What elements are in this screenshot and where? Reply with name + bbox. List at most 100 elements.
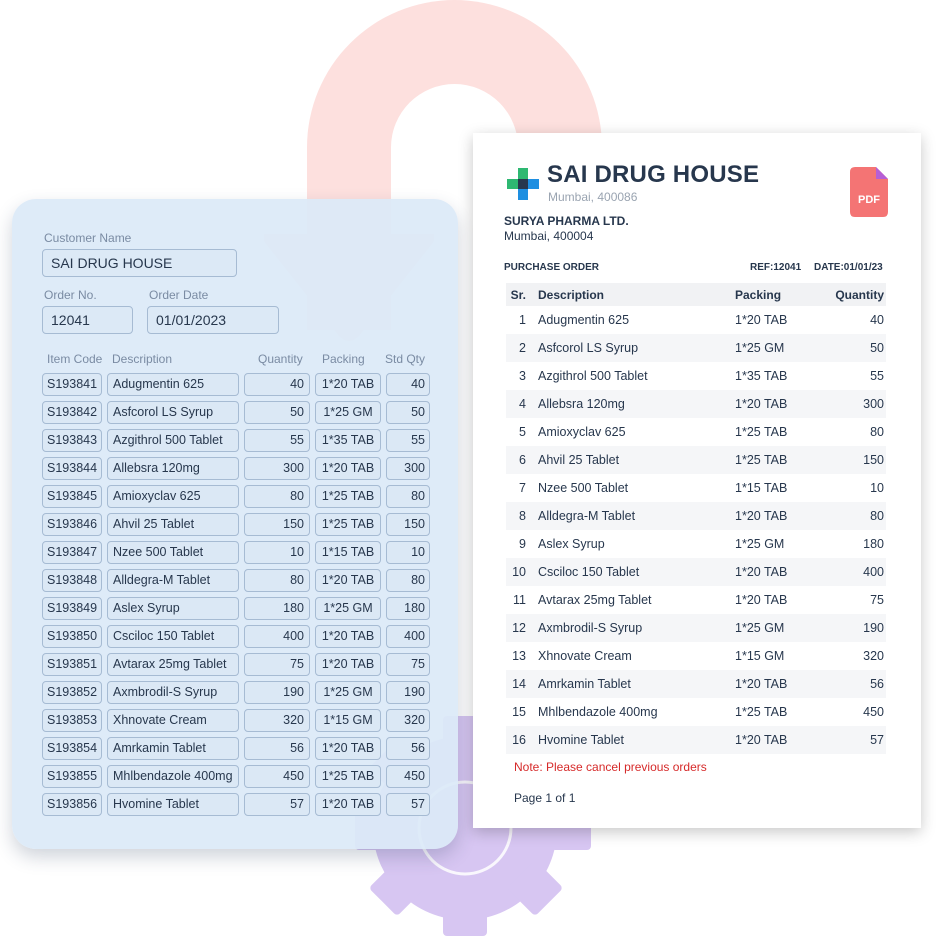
item-code-field[interactable]: S193845 [42, 485, 102, 508]
std-qty-field[interactable]: 40 [386, 373, 430, 396]
description-field[interactable]: Azgithrol 500 Tablet [107, 429, 239, 452]
std-qty-field[interactable]: 80 [386, 485, 430, 508]
packing-field[interactable]: 1*25 TAB [315, 485, 381, 508]
description-field[interactable]: Aslex Syrup [107, 597, 239, 620]
order-no-input[interactable]: 12041 [42, 306, 133, 334]
std-qty-field[interactable]: 57 [386, 793, 430, 816]
item-code-field[interactable]: S193846 [42, 513, 102, 536]
col-quantity: Quantity [258, 352, 303, 366]
row-quantity: 40 [870, 313, 884, 327]
description-field[interactable]: Adugmentin 625 [107, 373, 239, 396]
quantity-field[interactable]: 180 [244, 597, 310, 620]
quantity-field[interactable]: 55 [244, 429, 310, 452]
packing-field[interactable]: 1*20 TAB [315, 737, 381, 760]
row-description: Mhlbendazole 400mg [538, 705, 658, 719]
quantity-field[interactable]: 40 [244, 373, 310, 396]
row-description: Asfcorol LS Syrup [538, 341, 639, 355]
std-qty-field[interactable]: 55 [386, 429, 430, 452]
row-packing: 1*20 TAB [735, 397, 788, 411]
order-note: Note: Please cancel previous orders [514, 760, 707, 774]
description-field[interactable]: Amrkamin Tablet [107, 737, 239, 760]
quantity-field[interactable]: 80 [244, 569, 310, 592]
item-code-field[interactable]: S193843 [42, 429, 102, 452]
packing-field[interactable]: 1*25 GM [315, 597, 381, 620]
packing-field[interactable]: 1*20 TAB [315, 569, 381, 592]
description-field[interactable]: Alldegra-M Tablet [107, 569, 239, 592]
purchase-order-heading: PURCHASE ORDER [504, 262, 600, 273]
item-code-field[interactable]: S193844 [42, 457, 102, 480]
description-field[interactable]: Avtarax 25mg Tablet [107, 653, 239, 676]
std-qty-field[interactable]: 75 [386, 653, 430, 676]
packing-field[interactable]: 1*20 TAB [315, 653, 381, 676]
packing-field[interactable]: 1*25 GM [315, 401, 381, 424]
packing-field[interactable]: 1*25 TAB [315, 765, 381, 788]
packing-field[interactable]: 1*25 GM [315, 681, 381, 704]
item-code-field[interactable]: S193848 [42, 569, 102, 592]
std-qty-field[interactable]: 150 [386, 513, 430, 536]
description-field[interactable]: Xhnovate Cream [107, 709, 239, 732]
quantity-field[interactable]: 320 [244, 709, 310, 732]
item-code-field[interactable]: S193847 [42, 541, 102, 564]
description-field[interactable]: Asfcorol LS Syrup [107, 401, 239, 424]
description-field[interactable]: Amioxyclav 625 [107, 485, 239, 508]
std-qty-field[interactable]: 180 [386, 597, 430, 620]
supplier-name: SURYA PHARMA LTD. [504, 214, 629, 228]
std-qty-field[interactable]: 80 [386, 569, 430, 592]
quantity-field[interactable]: 150 [244, 513, 310, 536]
quantity-field[interactable]: 50 [244, 401, 310, 424]
item-code-field[interactable]: S193852 [42, 681, 102, 704]
description-field[interactable]: Mhlbendazole 400mg [107, 765, 239, 788]
description-field[interactable]: Hvomine Tablet [107, 793, 239, 816]
std-qty-field[interactable]: 450 [386, 765, 430, 788]
std-qty-field[interactable]: 320 [386, 709, 430, 732]
description-field[interactable]: Axmbrodil-S Syrup [107, 681, 239, 704]
item-code-field[interactable]: S193855 [42, 765, 102, 788]
item-code-field[interactable]: S193849 [42, 597, 102, 620]
pdf-icon-label: PDF [858, 194, 880, 206]
item-code-field[interactable]: S193856 [42, 793, 102, 816]
packing-field[interactable]: 1*15 TAB [315, 541, 381, 564]
item-code-field[interactable]: S193851 [42, 653, 102, 676]
std-qty-field[interactable]: 10 [386, 541, 430, 564]
row-packing: 1*25 GM [735, 341, 785, 355]
item-rows: S193841 Adugmentin 625 40 1*20 TAB 40 S193842… [12, 373, 458, 821]
quantity-field[interactable]: 56 [244, 737, 310, 760]
customer-name-input[interactable]: SAI DRUG HOUSE [42, 249, 237, 277]
description-field[interactable]: Ahvil 25 Tablet [107, 513, 239, 536]
description-field[interactable]: Nzee 500 Tablet [107, 541, 239, 564]
table-row: 2 Asfcorol LS Syrup 1*25 GM 50 [506, 334, 886, 362]
quantity-field[interactable]: 400 [244, 625, 310, 648]
packing-field[interactable]: 1*20 TAB [315, 625, 381, 648]
quantity-field[interactable]: 57 [244, 793, 310, 816]
page-number: Page 1 of 1 [514, 791, 576, 805]
order-date-input[interactable]: 01/01/2023 [147, 306, 279, 334]
quantity-field[interactable]: 300 [244, 457, 310, 480]
row-description: Amrkamin Tablet [538, 677, 631, 691]
std-qty-field[interactable]: 300 [386, 457, 430, 480]
item-code-field[interactable]: S193853 [42, 709, 102, 732]
quantity-field[interactable]: 80 [244, 485, 310, 508]
item-code-field[interactable]: S193850 [42, 625, 102, 648]
std-qty-field[interactable]: 50 [386, 401, 430, 424]
packing-field[interactable]: 1*20 TAB [315, 793, 381, 816]
table-row: S193843 Azgithrol 500 Tablet 55 1*35 TAB 55 [12, 429, 458, 457]
quantity-field[interactable]: 190 [244, 681, 310, 704]
packing-field[interactable]: 1*35 TAB [315, 429, 381, 452]
std-qty-field[interactable]: 56 [386, 737, 430, 760]
item-code-field[interactable]: S193842 [42, 401, 102, 424]
description-field[interactable]: Csciloc 150 Tablet [107, 625, 239, 648]
std-qty-field[interactable]: 400 [386, 625, 430, 648]
pdf-file-icon[interactable]: PDF [850, 167, 888, 217]
packing-field[interactable]: 1*20 TAB [315, 373, 381, 396]
item-code-field[interactable]: S193841 [42, 373, 102, 396]
col-std-qty: Std Qty [385, 352, 426, 366]
description-field[interactable]: Allebsra 120mg [107, 457, 239, 480]
packing-field[interactable]: 1*15 GM [315, 709, 381, 732]
std-qty-field[interactable]: 190 [386, 681, 430, 704]
quantity-field[interactable]: 75 [244, 653, 310, 676]
item-code-field[interactable]: S193854 [42, 737, 102, 760]
packing-field[interactable]: 1*20 TAB [315, 457, 381, 480]
quantity-field[interactable]: 450 [244, 765, 310, 788]
quantity-field[interactable]: 10 [244, 541, 310, 564]
packing-field[interactable]: 1*25 TAB [315, 513, 381, 536]
